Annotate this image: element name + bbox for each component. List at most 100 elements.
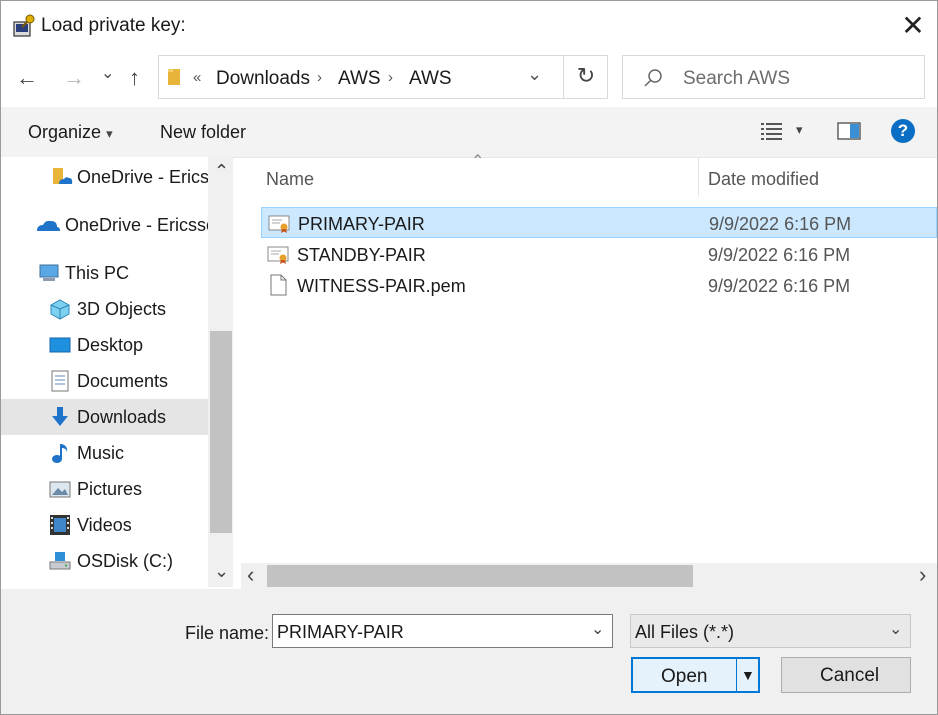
column-header-date-modified[interactable]: Date modified [708, 169, 819, 190]
search-icon [643, 67, 665, 89]
organize-label: Organize [28, 122, 102, 142]
help-icon[interactable]: ? [891, 119, 915, 143]
file-row-witness-pair[interactable]: WITNESS-PAIR.pem 9/9/2022 6:16 PM [261, 270, 937, 301]
load-private-key-dialog: Load private key: ✕ ← → ⌄ ↑ « Downloads … [0, 0, 938, 715]
new-folder-button[interactable]: New folder [160, 122, 246, 143]
scroll-down-icon[interactable]: ⌄ [214, 561, 229, 582]
sidebar-item-osdisk[interactable]: OSDisk (C:) [1, 543, 208, 579]
refresh-icon[interactable]: ↻ [563, 55, 608, 99]
file-name-dropdown-icon[interactable]: ⌄ [591, 619, 604, 639]
column-header-name[interactable]: Name [266, 169, 314, 190]
sidebar-item-onedrive[interactable]: OneDrive - Ericsso [1, 207, 216, 243]
sidebar-item-documents[interactable]: Documents [1, 363, 208, 399]
sidebar-item-label: OneDrive - Ericss [77, 167, 219, 187]
file-name-label: File name: [185, 623, 270, 643]
file-type-filter-select[interactable]: All Files (*.*) ⌄ [630, 614, 911, 648]
recent-locations-chevron-icon[interactable]: ⌄ [101, 63, 114, 83]
sidebar-item-label: Videos [77, 515, 132, 535]
folder-icon [167, 67, 181, 87]
preview-pane-icon[interactable] [837, 121, 861, 141]
sort-ascending-icon: ⌃ [471, 153, 485, 170]
up-arrow-icon[interactable]: ↑ [129, 65, 140, 91]
window-title: Load private key: [41, 15, 186, 36]
cancel-button[interactable]: Cancel [781, 657, 911, 693]
organize-button[interactable]: Organize ▾ [28, 122, 113, 143]
cancel-button-label: Cancel [820, 665, 880, 686]
sidebar-item-desktop[interactable]: Desktop [1, 327, 208, 363]
sidebar-item-3d-objects[interactable]: 3D Objects [1, 291, 208, 327]
file-icon [267, 274, 289, 296]
split-button-divider [736, 659, 737, 691]
disk-icon [49, 550, 71, 572]
command-bar: Organize ▾ New folder ▾ ? [1, 107, 937, 158]
pictures-icon [49, 478, 71, 500]
navigation-pane: OneDrive - Ericss OneDrive - Ericsso Thi… [1, 157, 233, 587]
view-options-icon[interactable] [761, 121, 783, 141]
file-date-modified: 9/9/2022 6:16 PM [708, 245, 851, 265]
sidebar-item-label: Documents [77, 371, 169, 391]
videos-icon [49, 514, 71, 536]
desktop-icon [49, 334, 71, 356]
sidebar-item-label: This PC [65, 263, 130, 283]
file-name: PRIMARY-PAIR [298, 214, 425, 234]
open-button-label: Open [661, 666, 708, 687]
file-name-value: PRIMARY-PAIR [277, 622, 404, 642]
putty-key-icon [11, 13, 37, 39]
title-bar: Load private key: ✕ [1, 1, 937, 53]
open-options-dropdown-icon[interactable]: ▼ [741, 667, 755, 683]
file-row-primary-pair[interactable]: PRIMARY-PAIR 9/9/2022 6:16 PM [261, 207, 937, 238]
file-name-combobox[interactable]: PRIMARY-PAIR ⌄ [272, 614, 613, 648]
sidebar-item-downloads[interactable]: Downloads [1, 399, 208, 435]
file-row-standby-pair[interactable]: STANDBY-PAIR 9/9/2022 6:16 PM [261, 239, 937, 270]
certificate-icon [267, 243, 289, 265]
scroll-up-icon[interactable]: ⌃ [214, 161, 229, 182]
sidebar-item-this-pc[interactable]: This PC [1, 255, 208, 291]
sidebar-item-videos[interactable]: Videos [1, 507, 208, 543]
sidebar-item-label: OneDrive - Ericsso [65, 215, 217, 235]
sidebar-item-pictures[interactable]: Pictures [1, 471, 208, 507]
address-bar[interactable]: « Downloads › AWS › AWS ⌄ [158, 55, 608, 99]
back-arrow-icon[interactable]: ← [16, 65, 38, 91]
scroll-left-icon[interactable]: ‹ [247, 562, 254, 588]
downloads-icon [49, 406, 71, 428]
open-button[interactable]: Open ▼ [631, 657, 760, 693]
computer-icon [37, 262, 59, 284]
sidebar-item-label: Pictures [77, 479, 143, 499]
3d-objects-icon [49, 298, 71, 320]
sidebar-item-label: Music [77, 443, 125, 463]
scroll-right-icon[interactable]: › [919, 562, 926, 588]
forward-arrow-icon[interactable]: → [63, 65, 85, 91]
search-box[interactable]: Search AWS [622, 55, 925, 99]
dialog-footer [1, 589, 937, 714]
organize-dropdown-icon: ▾ [106, 126, 113, 141]
breadcrumb-separator-icon[interactable]: › [388, 69, 393, 86]
music-icon [49, 442, 71, 464]
file-date-modified: 9/9/2022 6:16 PM [709, 214, 852, 234]
search-placeholder: Search AWS [683, 68, 791, 89]
sidebar-item-music[interactable]: Music [1, 435, 208, 471]
sidebar-item-label: Desktop [77, 335, 144, 355]
file-type-dropdown-icon[interactable]: ⌄ [889, 619, 902, 639]
file-list-scroll-thumb[interactable] [267, 565, 693, 587]
close-icon[interactable]: ✕ [897, 11, 929, 43]
file-date-modified: 9/9/2022 6:16 PM [708, 276, 851, 296]
onedrive-folder-icon [51, 166, 73, 188]
navigation-pane-scroll-thumb[interactable] [210, 331, 232, 533]
certificate-icon [268, 212, 290, 234]
column-divider[interactable] [698, 157, 699, 197]
documents-icon [49, 370, 71, 392]
sidebar-item-label: OSDisk (C:) [77, 551, 173, 571]
breadcrumb-separator-icon[interactable]: › [317, 69, 322, 86]
file-name: WITNESS-PAIR.pem [297, 276, 466, 296]
address-dropdown-chevron-icon[interactable]: ⌄ [527, 64, 542, 85]
breadcrumb-aws-parent[interactable]: AWS [338, 68, 381, 90]
breadcrumb-overflow-icon[interactable]: « [193, 69, 201, 86]
sidebar-item-onedrive-folder[interactable]: OneDrive - Ericss [1, 159, 218, 195]
file-type-filter-value: All Files (*.*) [635, 622, 735, 642]
onedrive-cloud-icon [35, 214, 60, 236]
file-name: STANDBY-PAIR [297, 245, 426, 265]
breadcrumb-aws-current[interactable]: AWS [409, 68, 452, 90]
sidebar-item-label: 3D Objects [77, 299, 167, 319]
breadcrumb-downloads[interactable]: Downloads [216, 68, 310, 90]
view-dropdown-icon[interactable]: ▾ [796, 122, 803, 138]
